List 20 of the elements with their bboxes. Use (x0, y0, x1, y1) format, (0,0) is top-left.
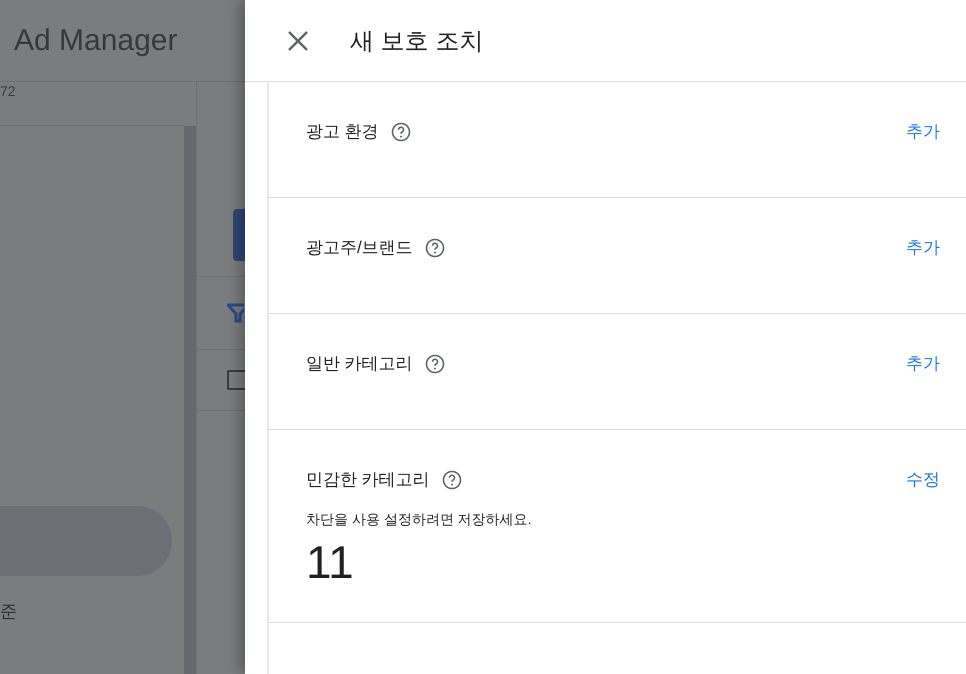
nav-text: 준 (0, 601, 18, 623)
help-icon[interactable] (424, 238, 445, 258)
help-icon[interactable] (442, 470, 462, 490)
section-title: 광고주/브랜드 (306, 237, 413, 259)
help-icon[interactable] (424, 354, 445, 374)
add-link[interactable]: 추가 (906, 352, 940, 375)
app-title: Ad Manager (14, 24, 178, 58)
panel-title: 새 보호 조치 (350, 26, 484, 56)
close-button[interactable] (286, 28, 310, 52)
id-text: 72 (0, 82, 184, 126)
section-title: 일반 카테고리 (306, 353, 413, 375)
edit-link[interactable]: 수정 (906, 468, 940, 491)
category-count: 11 (306, 537, 355, 588)
filter-icon[interactable] (227, 303, 244, 323)
add-link[interactable]: 추가 (906, 120, 940, 143)
section-title: 광고 환경 (306, 121, 379, 143)
hint-text: 차단을 사용 설정하려면 저장하세요. (306, 511, 533, 529)
add-link[interactable]: 추가 (906, 236, 940, 259)
help-icon[interactable] (390, 122, 411, 142)
section-title: 민감한 카테고리 (306, 469, 430, 491)
